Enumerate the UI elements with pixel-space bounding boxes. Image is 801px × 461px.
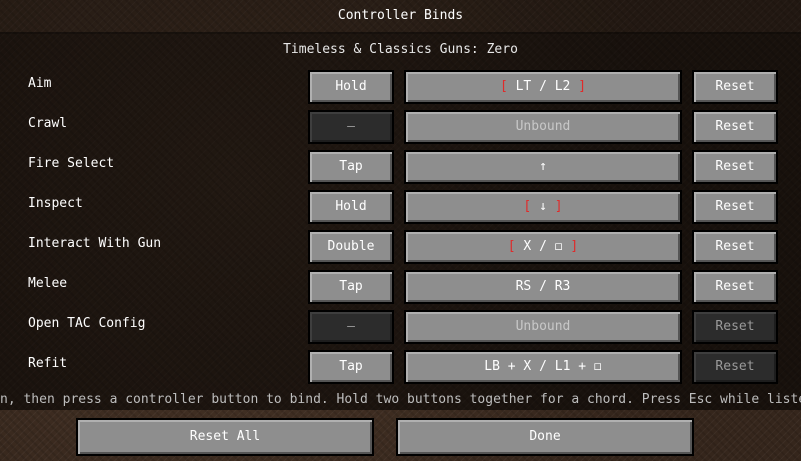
bind-reset-button: Reset xyxy=(692,310,778,344)
bind-key-button[interactable]: Unbound xyxy=(404,310,682,344)
bind-label: Melee xyxy=(28,276,68,291)
bind-key-label: RS / R3 xyxy=(515,279,571,294)
bind-reset-button[interactable]: Reset xyxy=(692,190,778,224)
bind-row: Inspect Hold [ ↓ ] Reset xyxy=(0,190,801,228)
bind-mode-button[interactable]: Hold xyxy=(308,70,394,104)
bracket-right: ] xyxy=(570,79,587,94)
bind-row: Aim Hold [ LT / L2 ] Reset xyxy=(0,70,801,108)
bind-mode-button: — xyxy=(308,310,394,344)
mod-subtitle: Timeless & Classics Guns: Zero xyxy=(283,42,518,57)
bind-row: Open TAC Config — Unbound Reset xyxy=(0,310,801,348)
bracket-left: [ xyxy=(507,239,524,254)
bind-key-button[interactable]: [ X / ◻ ] xyxy=(404,230,682,264)
bind-key-label: X / ◻ xyxy=(523,239,563,254)
bind-key-button[interactable]: [ LT / L2 ] xyxy=(404,70,682,104)
bind-key-label: ↑ xyxy=(539,159,547,174)
bind-key-button[interactable]: [ ↓ ] xyxy=(404,190,682,224)
bind-row: Melee Tap RS / R3 Reset xyxy=(0,270,801,308)
bind-label: Open TAC Config xyxy=(28,316,146,331)
bind-key-button[interactable]: ↑ xyxy=(404,150,682,184)
bind-label: Interact With Gun xyxy=(28,236,162,251)
bind-key-button[interactable]: Unbound xyxy=(404,110,682,144)
bind-row: Refit Tap LB + X / L1 + ◻ Reset xyxy=(0,350,801,388)
bracket-right: ] xyxy=(562,239,579,254)
bind-key-label: ↓ xyxy=(539,199,547,214)
bind-key-label: LB + X / L1 + ◻ xyxy=(484,359,602,374)
bind-label: Inspect xyxy=(28,196,83,211)
bind-mode-button[interactable]: Tap xyxy=(308,350,394,384)
bind-row: Fire Select Tap ↑ Reset xyxy=(0,150,801,188)
bracket-left: [ xyxy=(523,199,540,214)
bracket-right: ] xyxy=(546,199,563,214)
bind-mode-button[interactable]: Tap xyxy=(308,270,394,304)
bind-label: Aim xyxy=(28,76,52,91)
reset-all-button[interactable]: Reset All xyxy=(76,418,374,456)
bind-key-button[interactable]: RS / R3 xyxy=(404,270,682,304)
bind-label: Fire Select xyxy=(28,156,115,171)
hint-label: n, then press a controller button to bin… xyxy=(0,392,801,407)
bind-label: Refit xyxy=(28,356,68,371)
bind-mode-button[interactable]: Hold xyxy=(308,190,394,224)
bind-mode-button[interactable]: Tap xyxy=(308,150,394,184)
bind-key-label: Unbound xyxy=(515,319,571,334)
hint-text: n, then press a controller button to bin… xyxy=(0,392,801,408)
bracket-left: [ xyxy=(499,79,516,94)
bind-reset-button[interactable]: Reset xyxy=(692,150,778,184)
bind-reset-button: Reset xyxy=(692,350,778,384)
bind-key-button[interactable]: LB + X / L1 + ◻ xyxy=(404,350,682,384)
bind-mode-button[interactable]: Double xyxy=(308,230,394,264)
bind-label: Crawl xyxy=(28,116,68,131)
bind-key-label: Unbound xyxy=(515,119,571,134)
bind-reset-button[interactable]: Reset xyxy=(692,110,778,144)
bind-key-label: LT / L2 xyxy=(515,79,571,94)
bind-row: Interact With Gun Double [ X / ◻ ] Reset xyxy=(0,230,801,268)
bind-reset-button[interactable]: Reset xyxy=(692,70,778,104)
bind-mode-button: — xyxy=(308,110,394,144)
bind-reset-button[interactable]: Reset xyxy=(692,230,778,264)
done-button[interactable]: Done xyxy=(396,418,694,456)
screen-title: Controller Binds xyxy=(337,8,464,23)
bind-reset-button[interactable]: Reset xyxy=(692,270,778,304)
bind-row: Crawl — Unbound Reset xyxy=(0,110,801,148)
